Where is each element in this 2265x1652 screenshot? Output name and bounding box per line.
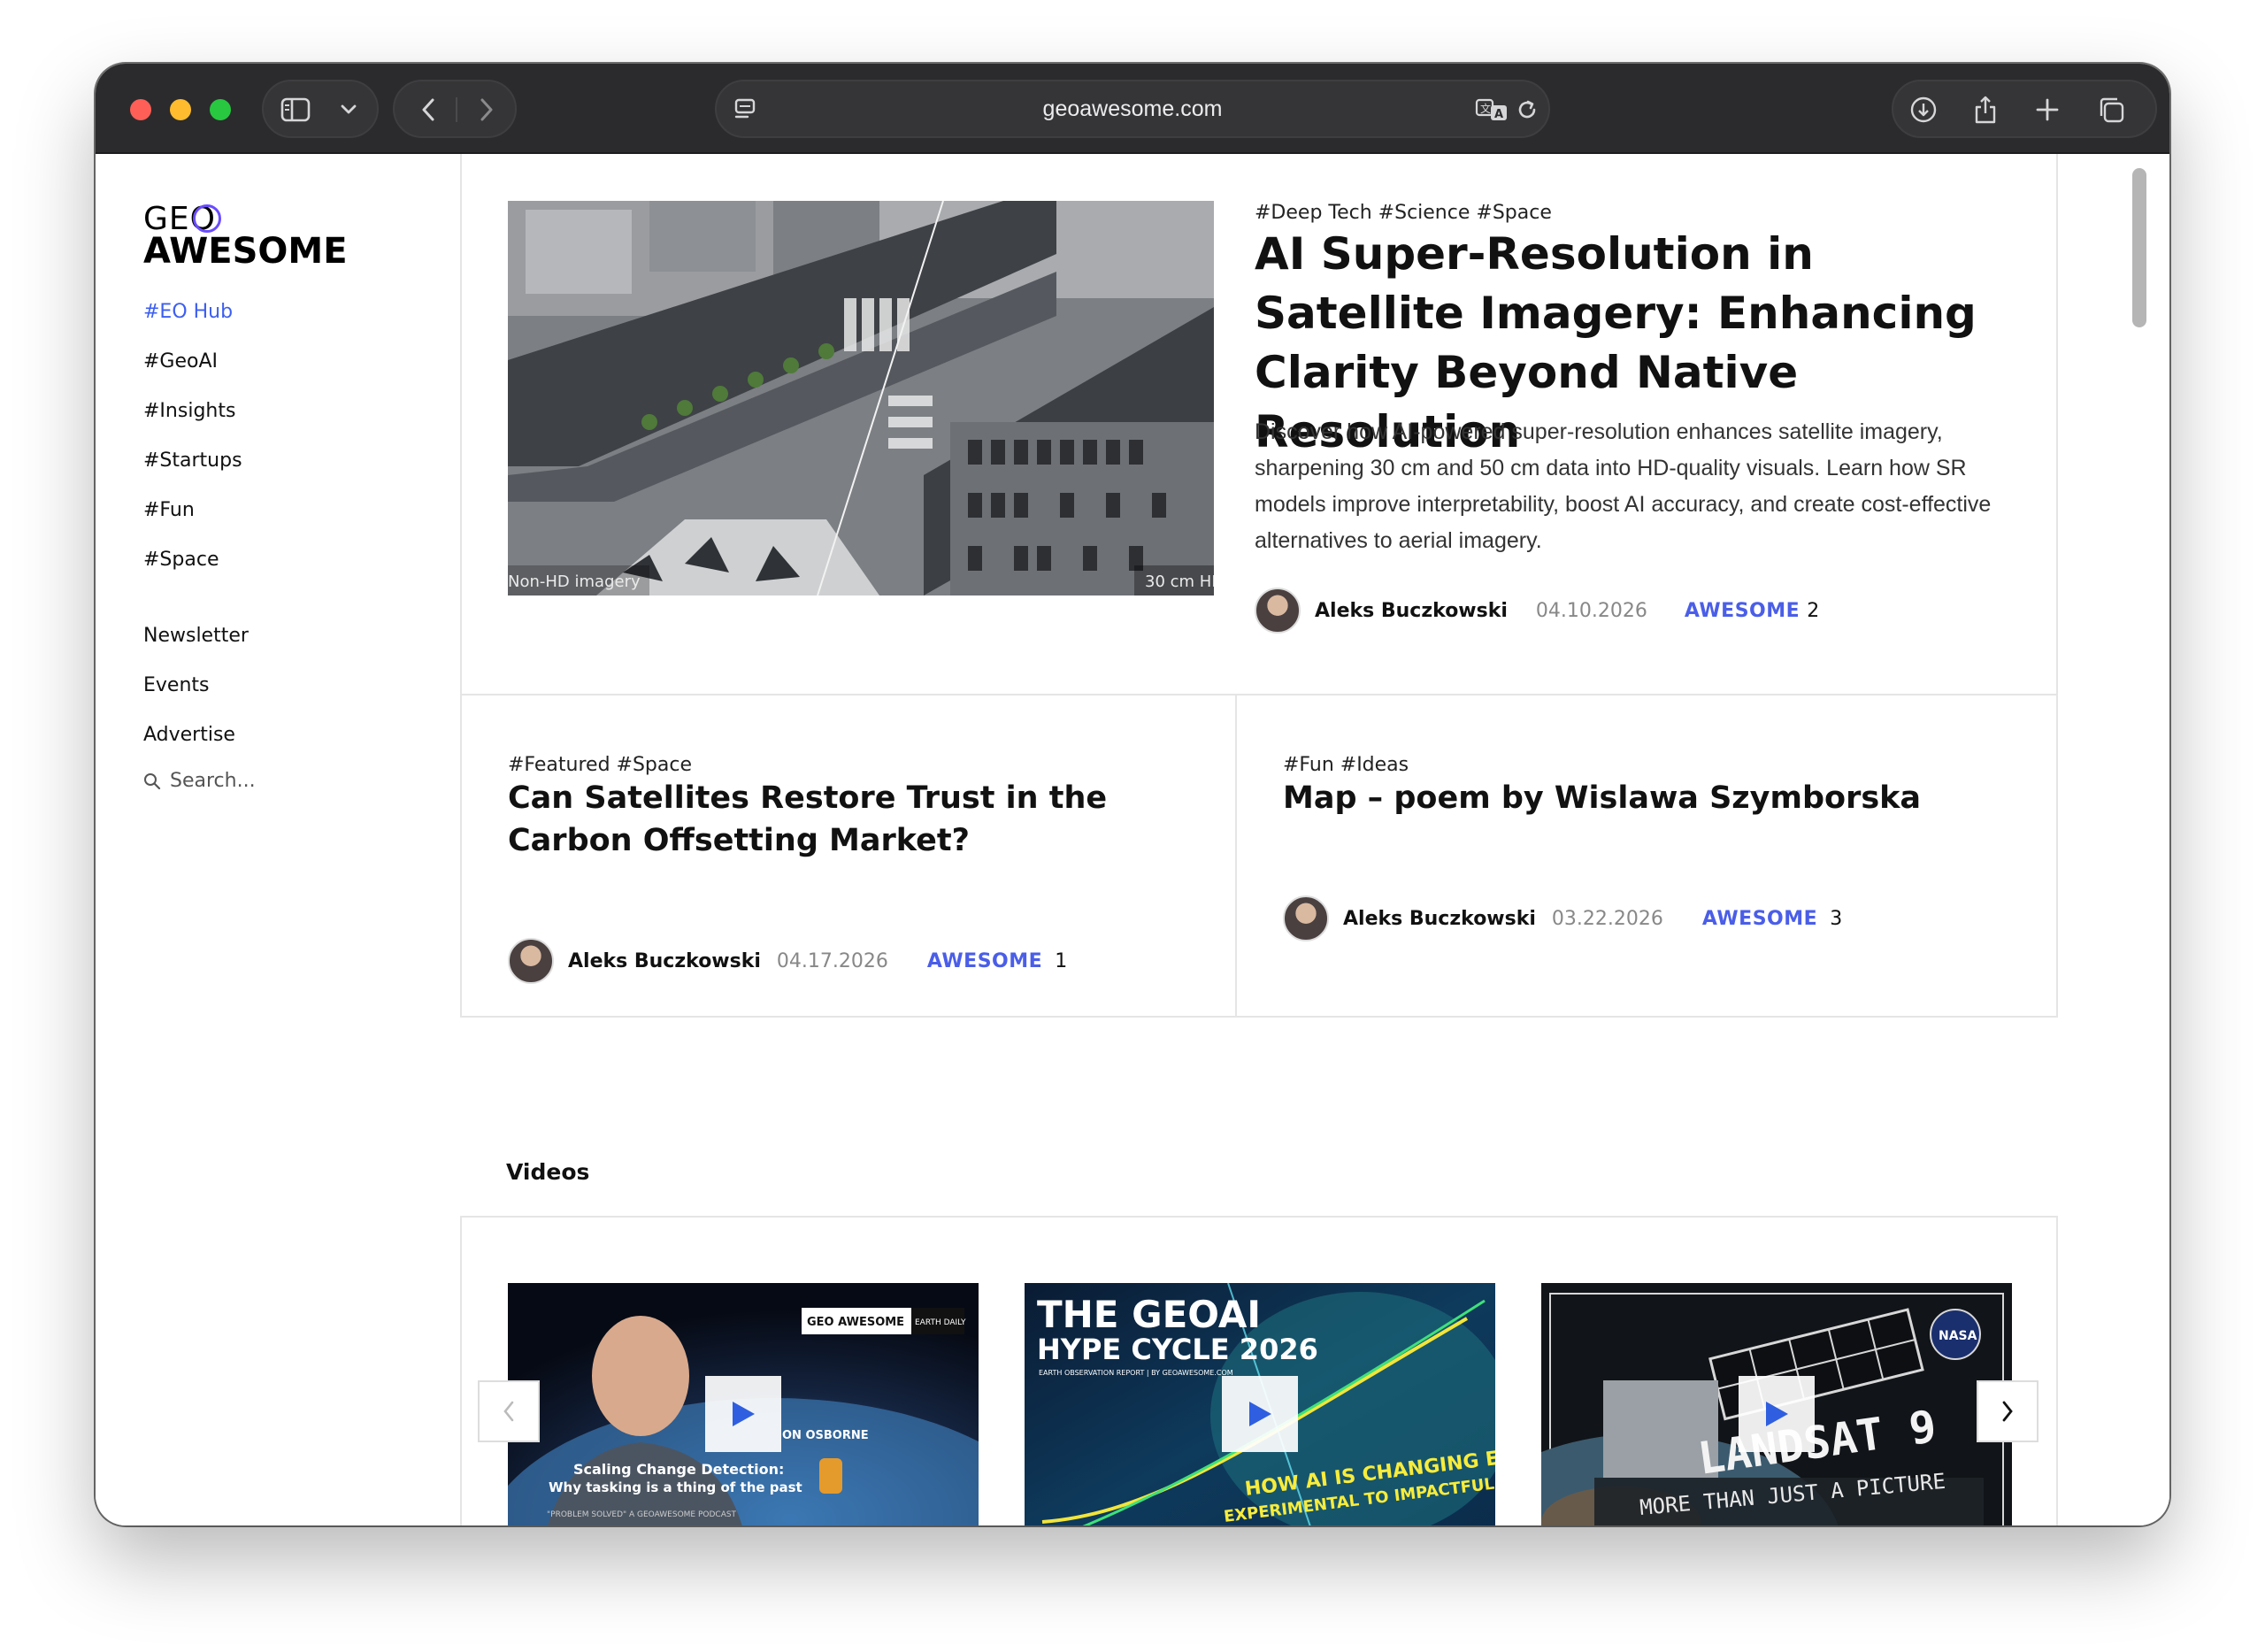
post-date: 04.10.2026 xyxy=(1535,599,1647,622)
page-scrollbar[interactable] xyxy=(2132,168,2146,327)
article-title[interactable]: Can Satellites Restore Trust in the Carb… xyxy=(508,777,1207,862)
share-icon[interactable] xyxy=(1968,90,2003,129)
url-text: geoawesome.com xyxy=(1042,96,1223,121)
chevron-down-icon[interactable] xyxy=(333,94,365,126)
awesome-label[interactable]: AWESOME xyxy=(1702,908,1817,930)
videos-heading: Videos xyxy=(506,1159,590,1185)
browser-window: geoawesome.com 文A GEO AWESOME #EO Hub #G… xyxy=(96,64,2169,1525)
author-name[interactable]: Aleks Buczkowski xyxy=(1315,600,1508,622)
svg-text:A: A xyxy=(1494,108,1503,121)
video-caption-2: Why tasking is a thing of the past xyxy=(549,1479,802,1495)
browser-toolbar: geoawesome.com 文A xyxy=(96,64,2169,154)
play-icon[interactable] xyxy=(705,1376,781,1452)
address-bar[interactable]: geoawesome.com 文A xyxy=(715,80,1550,138)
carousel-prev-button[interactable] xyxy=(478,1380,540,1442)
site-logo[interactable]: GEO AWESOME xyxy=(143,204,348,270)
sidebar-toggle-group xyxy=(262,80,379,138)
author-name[interactable]: Aleks Buczkowski xyxy=(1343,908,1536,930)
download-icon[interactable] xyxy=(1906,92,1941,127)
video-caption-1: Scaling Change Detection: xyxy=(573,1461,784,1478)
play-icon[interactable] xyxy=(1222,1376,1298,1452)
nav-events[interactable]: Events xyxy=(143,674,210,696)
svg-text:文: 文 xyxy=(1480,102,1491,115)
video-small: EARTH OBSERVATION REPORT | BY GEOAWESOME… xyxy=(1039,1369,1233,1377)
browser-actions-group xyxy=(1892,80,2157,138)
awesome-count: 2 xyxy=(1807,599,1820,622)
awesome-count: 1 xyxy=(1055,949,1068,972)
back-icon[interactable] xyxy=(411,92,446,127)
video-badge-2: EARTH DAILY xyxy=(915,1318,966,1327)
avatar[interactable] xyxy=(1283,895,1329,941)
translate-icon[interactable]: 文A xyxy=(1474,92,1509,127)
nav-advertise[interactable]: Advertise xyxy=(143,724,235,746)
hero-description: Discover how AI-powered super-resolution… xyxy=(1255,419,1992,553)
nav-insights[interactable]: #Insights xyxy=(143,400,235,422)
article-tags[interactable]: #Fun #Ideas xyxy=(1283,754,1409,776)
avatar[interactable] xyxy=(508,938,554,984)
avatar[interactable] xyxy=(1255,588,1301,634)
video-badge: GEO AWESOME xyxy=(807,1316,904,1329)
video-badge: NASA xyxy=(1939,1329,1977,1343)
post-date: 04.17.2026 xyxy=(776,949,888,972)
article-meta: Aleks Buczkowski 03.22.2026 AWESOME 3 xyxy=(1283,895,1842,941)
nav-startups[interactable]: #Startups xyxy=(143,449,242,472)
awesome-label[interactable]: AWESOME xyxy=(927,950,1042,972)
awesome-count: 3 xyxy=(1830,907,1843,930)
hero-meta: Aleks Buczkowski 04.10.2026 AWESOME 2 xyxy=(1255,588,1819,634)
article-card[interactable]: #Featured #Space Can Satellites Restore … xyxy=(460,694,1237,1018)
carousel-next-button[interactable] xyxy=(1977,1380,2038,1442)
search-placeholder: Search... xyxy=(170,770,256,792)
author-name[interactable]: Aleks Buczkowski xyxy=(568,950,761,972)
new-tab-icon[interactable] xyxy=(2030,92,2065,127)
page-viewport: GEO AWESOME #EO Hub #GeoAI #Insights #St… xyxy=(96,154,2169,1525)
sidebar-icon[interactable] xyxy=(278,92,313,127)
play-icon[interactable] xyxy=(1739,1376,1815,1452)
hero-image-label-right: 30 cm HD xyxy=(1145,572,1214,591)
history-nav-group xyxy=(393,80,517,138)
video-sub: "PROBLEM SOLVED" A GEOAWESOME PODCAST xyxy=(547,1510,737,1519)
close-window-button[interactable] xyxy=(130,99,151,120)
awesome-label[interactable]: AWESOME xyxy=(1685,600,1800,622)
reload-icon[interactable] xyxy=(1509,92,1545,127)
forward-icon[interactable] xyxy=(469,92,504,127)
nav-fun[interactable]: #Fun xyxy=(143,499,195,521)
chevron-left-icon xyxy=(503,1401,514,1422)
video-host-name: ON OSBORNE xyxy=(782,1429,869,1442)
post-date: 03.22.2026 xyxy=(1551,907,1663,930)
nav-newsletter[interactable]: Newsletter xyxy=(143,625,249,647)
nav-space[interactable]: #Space xyxy=(143,549,219,571)
nav-geoai[interactable]: #GeoAI xyxy=(143,350,218,373)
hero-article-card[interactable]: Non-HD imagery 30 cm HD #Deep Tech #Scie… xyxy=(460,154,2058,695)
zoom-window-button[interactable] xyxy=(210,99,231,120)
video-thumbnail[interactable]: THE GEOAI HYPE CYCLE 2026 EARTH OBSERVAT… xyxy=(1025,1283,1495,1525)
search-icon xyxy=(144,772,161,789)
video-title-line2: HYPE CYCLE 2026 xyxy=(1037,1333,1318,1366)
article-title[interactable]: Map – poem by Wislawa Szymborska xyxy=(1283,777,2026,819)
hero-tags[interactable]: #Deep Tech #Science #Space xyxy=(1255,202,1552,224)
article-tags[interactable]: #Featured #Space xyxy=(508,754,692,776)
chevron-right-icon xyxy=(2002,1401,2013,1422)
video-thumbnail[interactable]: NASA LANDSAT 9 MORE THAN JUST A PICTURE xyxy=(1541,1283,2012,1525)
tab-overview-icon[interactable] xyxy=(2093,92,2129,127)
article-meta: Aleks Buczkowski 04.17.2026 AWESOME 1 xyxy=(508,938,1067,984)
video-thumbnail[interactable]: GEO AWESOME EARTH DAILY ON OSBORNE Scali… xyxy=(508,1283,979,1525)
article-card[interactable]: #Fun #Ideas Map – poem by Wislawa Szymbo… xyxy=(1235,694,2058,1018)
nav-eo-hub[interactable]: #EO Hub xyxy=(143,301,233,323)
hero-satellite-image[interactable]: Non-HD imagery 30 cm HD xyxy=(508,201,1214,595)
hero-image-label-left: Non-HD imagery xyxy=(508,572,641,591)
video-title-line1: THE GEOAI xyxy=(1037,1293,1261,1336)
minimize-window-button[interactable] xyxy=(170,99,191,120)
sidebar-search[interactable]: Search... xyxy=(143,770,256,792)
